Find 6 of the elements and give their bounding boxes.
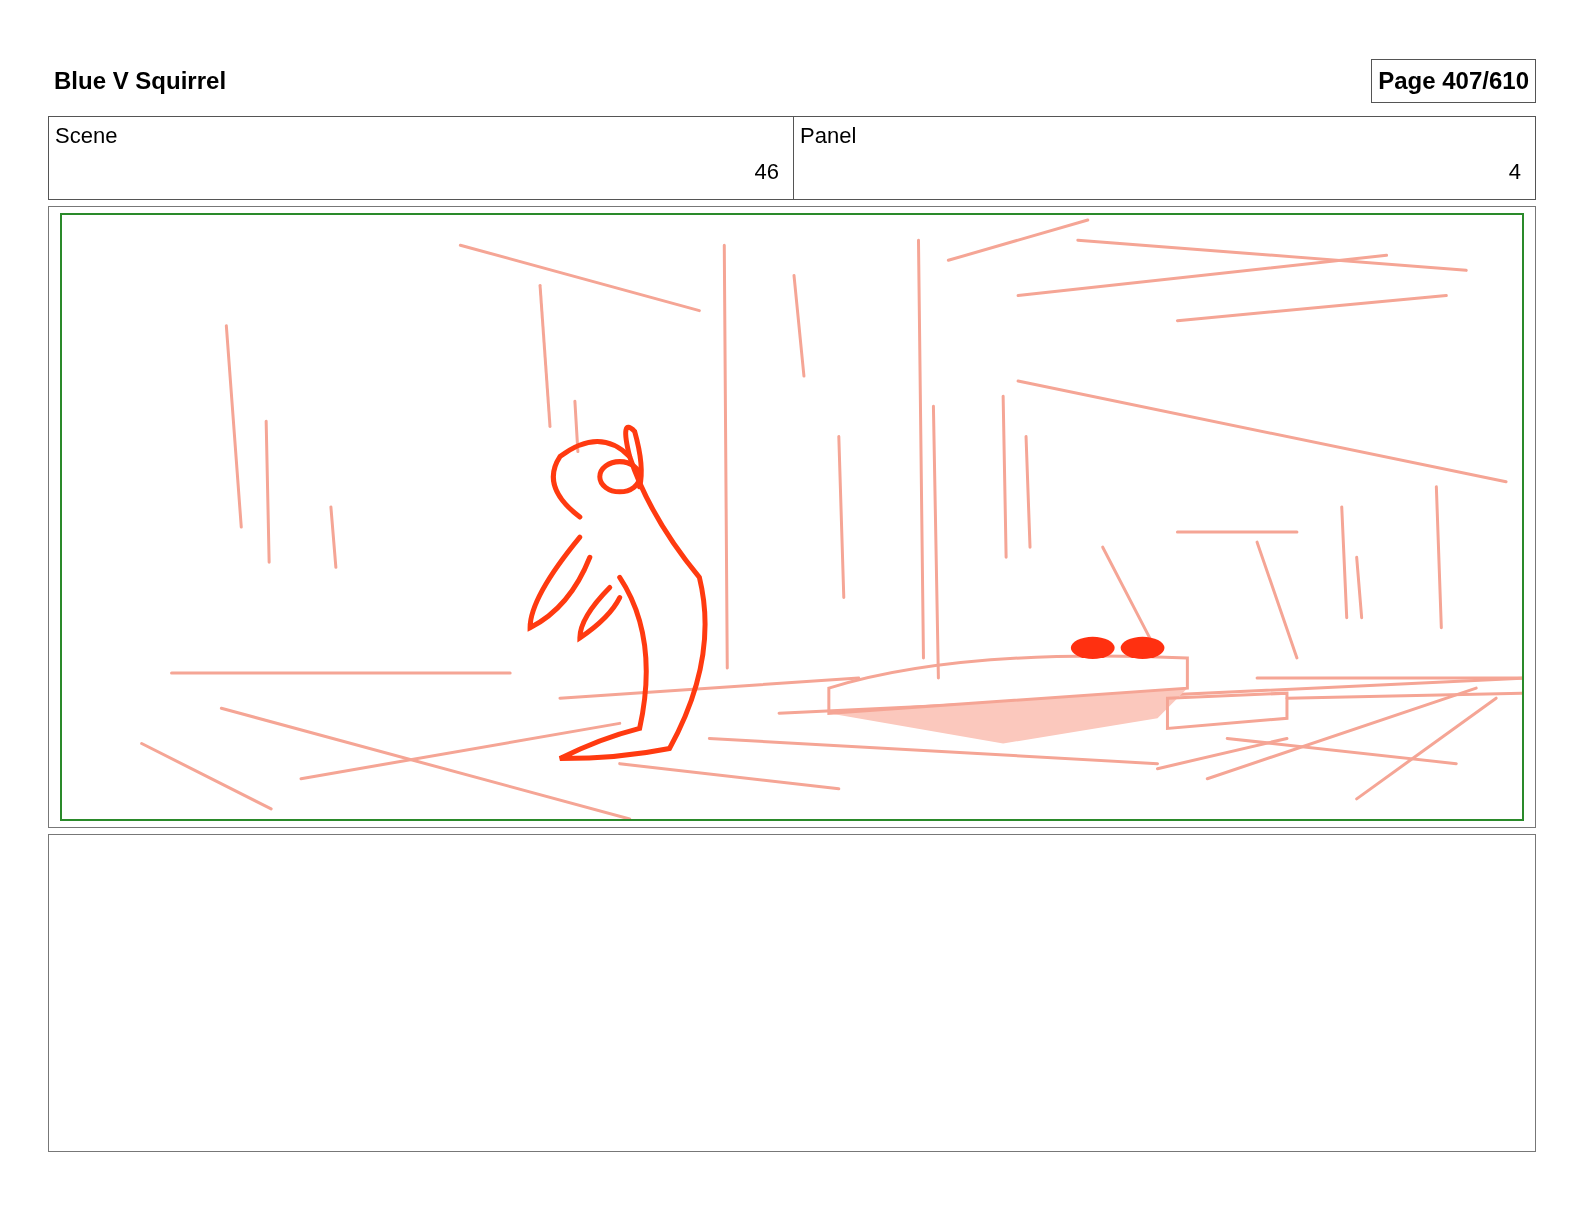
field-value: 46 xyxy=(754,159,779,185)
storyboard-title: Blue V Squirrel xyxy=(53,67,227,95)
field-label: Panel xyxy=(800,123,857,149)
field-label: Scene xyxy=(55,123,118,149)
field-value: 4 xyxy=(1508,159,1521,185)
page-number: Page 407/610 xyxy=(1371,59,1536,103)
